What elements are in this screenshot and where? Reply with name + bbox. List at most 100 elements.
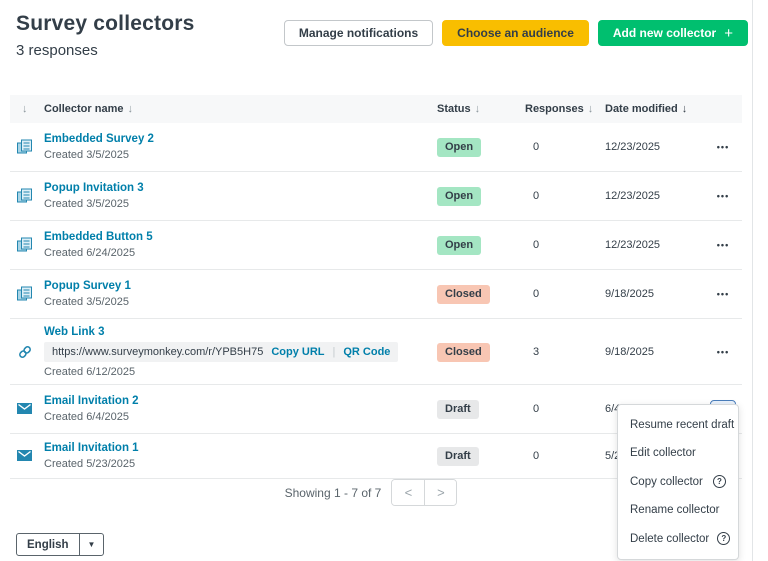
next-page-button[interactable]: > [424, 480, 456, 505]
add-new-collector-button[interactable]: Add new collector + [598, 20, 748, 46]
created-date: Created 6/24/2025 [44, 247, 153, 259]
table-row: Web Link 3 https://www.surveymonkey.com/… [10, 319, 742, 385]
menu-item-label: Rename collector [630, 504, 719, 516]
add-collector-label: Add new collector [613, 26, 716, 40]
collector-name-label: Collector name [44, 103, 123, 115]
date-modified-label: Date modified [605, 103, 678, 115]
created-date: Created 6/4/2025 [44, 411, 139, 423]
status-badge: Draft [437, 400, 479, 419]
sort-icon: ↓ [588, 103, 594, 115]
collector-name-cell: Web Link 3 https://www.surveymonkey.com/… [44, 326, 398, 378]
collector-link[interactable]: Popup Survey 1 [44, 280, 131, 292]
table-row: Embedded Survey 2 Created 3/5/2025 Open … [10, 123, 742, 172]
email-collector-icon [16, 400, 34, 418]
responses-count: 0 [533, 239, 539, 251]
email-collector-icon [16, 447, 34, 465]
sort-all-header[interactable]: ↓ [22, 103, 28, 115]
date-modified: 9/18/2025 [605, 288, 654, 300]
collector-name-cell: Popup Invitation 3 Created 3/5/2025 [44, 182, 144, 210]
table-header: ↓ Collector name ↓ Status ↓ Responses ↓ … [10, 95, 742, 123]
status-badge: Closed [437, 285, 490, 304]
collector-link[interactable]: Email Invitation 2 [44, 395, 139, 407]
choose-audience-button[interactable]: Choose an audience [442, 20, 589, 46]
created-date: Created 3/5/2025 [44, 198, 144, 210]
status-badge: Open [437, 138, 481, 157]
row-actions-button[interactable]: ••• [710, 138, 736, 156]
responses-count: 0 [533, 450, 539, 462]
status-label: Status [437, 103, 471, 115]
date-modified: 12/23/2025 [605, 239, 660, 251]
language-label: English [17, 534, 79, 555]
menu-item-label: Resume recent draft [630, 419, 734, 431]
row-actions-button[interactable]: ••• [710, 236, 736, 254]
date-modified: 12/23/2025 [605, 190, 660, 202]
manage-notifications-label: Manage notifications [299, 26, 418, 40]
menu-item-rename-collector[interactable]: Rename collector [618, 496, 738, 524]
created-date: Created 5/23/2025 [44, 458, 139, 470]
table-row: Popup Invitation 3 Created 3/5/2025 Open… [10, 172, 742, 221]
date-modified-header[interactable]: Date modified ↓ [605, 103, 687, 115]
page-right-divider [752, 0, 753, 561]
menu-item-edit-collector[interactable]: Edit collector [618, 439, 738, 467]
responses-label: Responses [525, 103, 584, 115]
copy-url-button[interactable]: Copy URL [271, 346, 324, 358]
chevron-down-icon: ▼ [79, 534, 104, 555]
pagination-label: Showing 1 - 7 of 7 [285, 486, 382, 500]
responses-summary: 3 responses [16, 42, 98, 59]
pager-group: < > [391, 479, 457, 506]
sort-icon-active: ↓ [682, 103, 688, 115]
sort-icon: ↓ [22, 103, 28, 115]
sort-icon: ↓ [127, 103, 133, 115]
table-row: Embedded Button 5 Created 6/24/2025 Open… [10, 221, 742, 270]
collector-url: https://www.surveymonkey.com/r/YPB5H75 [52, 346, 263, 358]
collector-name-cell: Email Invitation 2 Created 6/4/2025 [44, 395, 139, 423]
row-actions-button[interactable]: ••• [710, 187, 736, 205]
menu-item-delete-collector[interactable]: Delete collector ? [618, 524, 738, 553]
row-actions-button[interactable]: ••• [710, 343, 736, 361]
help-icon[interactable]: ? [717, 532, 730, 545]
created-date: Created 6/12/2025 [44, 366, 398, 378]
choose-audience-label: Choose an audience [457, 26, 574, 40]
prev-page-button[interactable]: < [392, 480, 424, 505]
page-title: Survey collectors [16, 12, 195, 36]
help-icon[interactable]: ? [713, 475, 726, 488]
pill-divider: | [333, 346, 336, 358]
collector-link[interactable]: Embedded Button 5 [44, 231, 153, 243]
collector-name-header[interactable]: Collector name ↓ [44, 103, 133, 115]
date-modified: 9/18/2025 [605, 346, 654, 358]
responses-count: 0 [533, 141, 539, 153]
status-badge: Draft [437, 447, 479, 466]
toolbar: Manage notifications Choose an audience … [284, 20, 748, 46]
collector-name-cell: Embedded Button 5 Created 6/24/2025 [44, 231, 153, 259]
responses-header[interactable]: Responses ↓ [525, 103, 593, 115]
embedded-collector-icon [16, 236, 34, 254]
collector-name-cell: Popup Survey 1 Created 3/5/2025 [44, 280, 131, 308]
collector-name-cell: Email Invitation 1 Created 5/23/2025 [44, 442, 139, 470]
status-badge: Open [437, 187, 481, 206]
web-link-icon [16, 343, 34, 361]
plus-icon: + [724, 26, 733, 41]
collector-link[interactable]: Email Invitation 1 [44, 442, 139, 454]
collector-link[interactable]: Popup Invitation 3 [44, 182, 144, 194]
language-selector[interactable]: English ▼ [16, 533, 104, 556]
status-badge: Closed [437, 343, 490, 362]
responses-count: 3 [533, 346, 539, 358]
collector-name-cell: Embedded Survey 2 Created 3/5/2025 [44, 133, 154, 161]
manage-notifications-button[interactable]: Manage notifications [284, 20, 433, 46]
responses-count: 0 [533, 403, 539, 415]
collector-link[interactable]: Web Link 3 [44, 326, 398, 338]
responses-count: 0 [533, 190, 539, 202]
menu-item-label: Edit collector [630, 447, 696, 459]
qr-code-button[interactable]: QR Code [343, 346, 390, 358]
popup-collector-icon [16, 187, 34, 205]
collector-link[interactable]: Embedded Survey 2 [44, 133, 154, 145]
status-header[interactable]: Status ↓ [437, 103, 480, 115]
row-actions-button[interactable]: ••• [710, 285, 736, 303]
menu-item-label: Copy collector [630, 476, 703, 488]
menu-item-resume-recent-draft[interactable]: Resume recent draft [618, 411, 738, 439]
menu-item-copy-collector[interactable]: Copy collector ? [618, 467, 738, 496]
popup-collector-icon [16, 285, 34, 303]
responses-count: 0 [533, 288, 539, 300]
menu-item-label: Delete collector [630, 533, 709, 545]
created-date: Created 3/5/2025 [44, 296, 131, 308]
